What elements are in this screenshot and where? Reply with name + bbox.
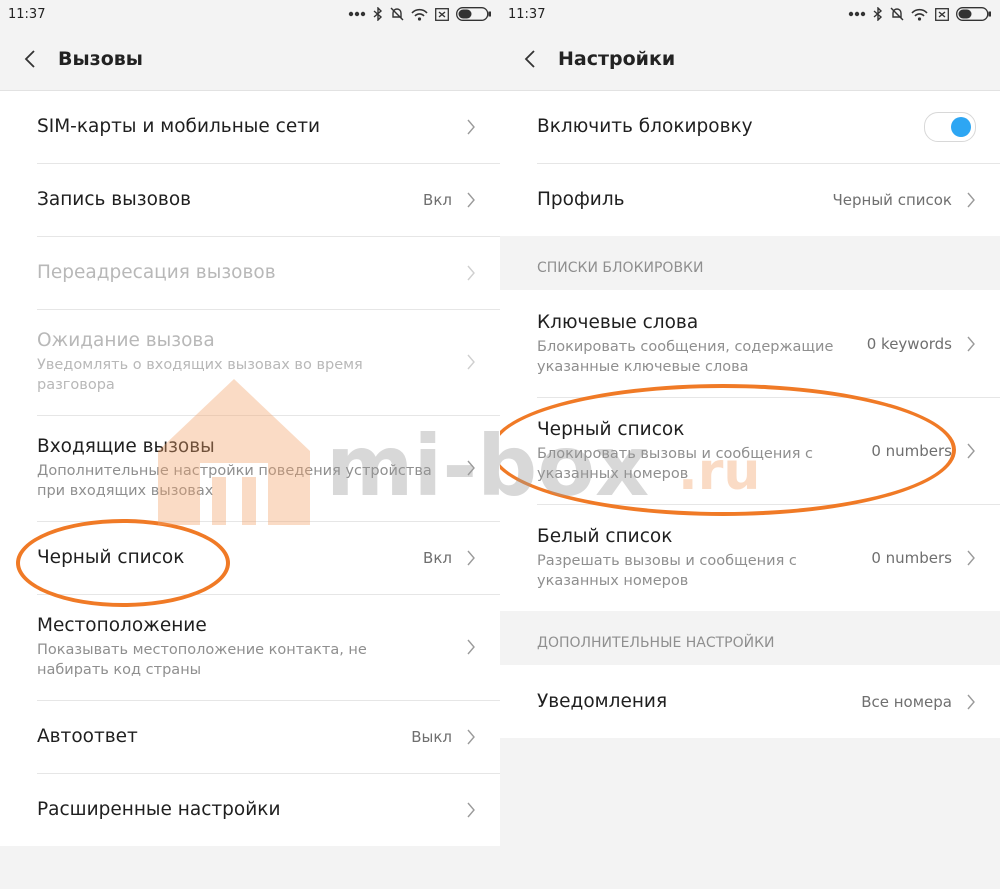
- chevron-right-icon: [967, 192, 975, 207]
- setting-title: Белый список: [537, 525, 673, 547]
- setting-enable-blocking[interactable]: Включить блокировку: [500, 91, 1000, 163]
- setting-title: SIM-карты и мобильные сети: [37, 116, 321, 137]
- back-arrow-icon: [524, 50, 535, 68]
- setting-call-forwarding: Переадресация вызовов: [0, 236, 500, 309]
- notification-dots-icon: [848, 11, 866, 17]
- setting-value: Все номера: [861, 692, 952, 711]
- setting-auto-answer[interactable]: Автоответ Выкл: [0, 700, 500, 773]
- chevron-right-icon: [467, 460, 475, 476]
- setting-title: Уведомления: [537, 690, 668, 712]
- page-title: Вызовы: [58, 48, 143, 70]
- chevron-right-icon: [967, 443, 975, 458]
- setting-subtitle: Блокировать вызовы и сообщения с указанн…: [537, 445, 814, 482]
- setting-value: 0 keywords: [866, 334, 952, 353]
- block-settings-screen: 11:37 Настройки Включить блокировку Проф…: [500, 0, 1000, 889]
- bluetooth-icon: [873, 7, 883, 21]
- setting-advanced[interactable]: Расширенные настройки: [0, 773, 500, 846]
- setting-subtitle: Блокировать сообщения, содержащие указан…: [537, 338, 834, 375]
- setting-title: Ключевые слова: [537, 311, 699, 333]
- battery-icon: [956, 7, 991, 21]
- status-bar: 11:37: [500, 0, 1000, 28]
- setting-keywords[interactable]: Ключевые слова Блокировать сообщения, со…: [500, 290, 1000, 397]
- section-gap: [500, 236, 1000, 246]
- header: Настройки: [500, 28, 1000, 91]
- setting-subtitle: Разрешать вызовы и сообщения с указанных…: [537, 552, 797, 589]
- setting-value: 0 numbers: [871, 548, 952, 567]
- setting-title: Черный список: [37, 546, 185, 568]
- block-lists: Ключевые слова Блокировать сообщения, со…: [500, 290, 1000, 611]
- setting-title: Автоответ: [37, 725, 138, 747]
- block-main-list: Включить блокировку Профиль Черный списо…: [500, 91, 1000, 236]
- chevron-right-icon: [467, 729, 475, 744]
- chevron-right-icon: [467, 354, 475, 370]
- setting-title: Ожидание вызова: [37, 330, 215, 351]
- chevron-right-icon: [967, 336, 975, 351]
- toggle-knob: [951, 117, 971, 137]
- section-header-additional: ДОПОЛНИТЕЛЬНЫЕ НАСТРОЙКИ: [500, 621, 1000, 665]
- setting-title: Входящие вызовы: [37, 436, 215, 457]
- setting-location[interactable]: Местоположение Показывать местоположение…: [0, 594, 500, 700]
- calls-settings-list: SIM-карты и мобильные сети Запись вызово…: [0, 91, 500, 846]
- page-title: Настройки: [558, 48, 676, 70]
- setting-value: 0 numbers: [871, 441, 952, 460]
- setting-blacklist[interactable]: Черный список Блокировать вызовы и сообщ…: [500, 397, 1000, 504]
- chevron-right-icon: [467, 119, 475, 135]
- setting-title: Запись вызовов: [37, 188, 192, 210]
- header: Вызовы: [0, 28, 500, 91]
- section-header-block-lists: СПИСКИ БЛОКИРОВКИ: [500, 246, 1000, 290]
- notification-dots-icon: [348, 11, 366, 17]
- enable-blocking-toggle[interactable]: [924, 112, 976, 142]
- setting-title: Включить блокировку: [537, 116, 753, 137]
- setting-notifications[interactable]: Уведомления Все номера: [500, 665, 1000, 738]
- setting-call-recording[interactable]: Запись вызовов Вкл: [0, 163, 500, 236]
- sim-none-icon: [435, 7, 449, 21]
- status-bar: 11:37: [0, 0, 500, 28]
- battery-icon: [456, 7, 491, 21]
- chevron-right-icon: [467, 550, 475, 565]
- setting-title: Черный список: [537, 418, 685, 440]
- setting-call-waiting: Ожидание вызова Уведомлять о входящих вы…: [0, 309, 500, 415]
- wifi-icon: [911, 8, 928, 21]
- calls-settings-screen: 11:37 Вызовы SIM-карты и мобильные сети …: [0, 0, 500, 889]
- setting-title: Профиль: [537, 188, 625, 210]
- chevron-right-icon: [467, 639, 475, 655]
- chevron-right-icon: [467, 192, 475, 207]
- setting-value: Вкл: [423, 548, 452, 567]
- chevron-right-icon: [467, 802, 475, 817]
- setting-value: Черный список: [832, 190, 953, 209]
- status-time: 11:37: [8, 6, 46, 22]
- setting-subtitle: Дополнительные настройки поведения устро…: [37, 463, 432, 499]
- setting-value: Выкл: [411, 727, 452, 746]
- wifi-icon: [411, 8, 428, 21]
- setting-value: Вкл: [423, 190, 452, 209]
- bell-muted-icon: [390, 7, 404, 21]
- setting-title: Переадресация вызовов: [37, 261, 276, 283]
- setting-blacklist[interactable]: Черный список Вкл: [0, 521, 500, 594]
- chevron-right-icon: [967, 694, 975, 709]
- setting-whitelist[interactable]: Белый список Разрешать вызовы и сообщени…: [500, 504, 1000, 611]
- status-icons: [348, 7, 492, 21]
- setting-title: Местоположение: [37, 615, 207, 636]
- setting-sim-cards[interactable]: SIM-карты и мобильные сети: [0, 91, 500, 163]
- status-icons: [848, 7, 992, 21]
- status-time: 11:37: [508, 6, 546, 22]
- bell-muted-icon: [890, 7, 904, 21]
- chevron-right-icon: [967, 550, 975, 565]
- bluetooth-icon: [373, 7, 383, 21]
- chevron-right-icon: [467, 265, 475, 280]
- setting-incoming-calls[interactable]: Входящие вызовы Дополнительные настройки…: [0, 415, 500, 521]
- back-button[interactable]: [0, 28, 58, 90]
- setting-subtitle: Показывать местоположение контакта, не н…: [37, 642, 367, 678]
- back-arrow-icon: [24, 50, 35, 68]
- setting-title: Расширенные настройки: [37, 798, 281, 820]
- setting-subtitle: Уведомлять о входящих вызовах во время р…: [37, 357, 363, 393]
- setting-profile[interactable]: Профиль Черный список: [500, 163, 1000, 236]
- additional-list: Уведомления Все номера: [500, 665, 1000, 738]
- sim-none-icon: [935, 7, 949, 21]
- back-button[interactable]: [500, 28, 558, 90]
- section-gap: [500, 611, 1000, 621]
